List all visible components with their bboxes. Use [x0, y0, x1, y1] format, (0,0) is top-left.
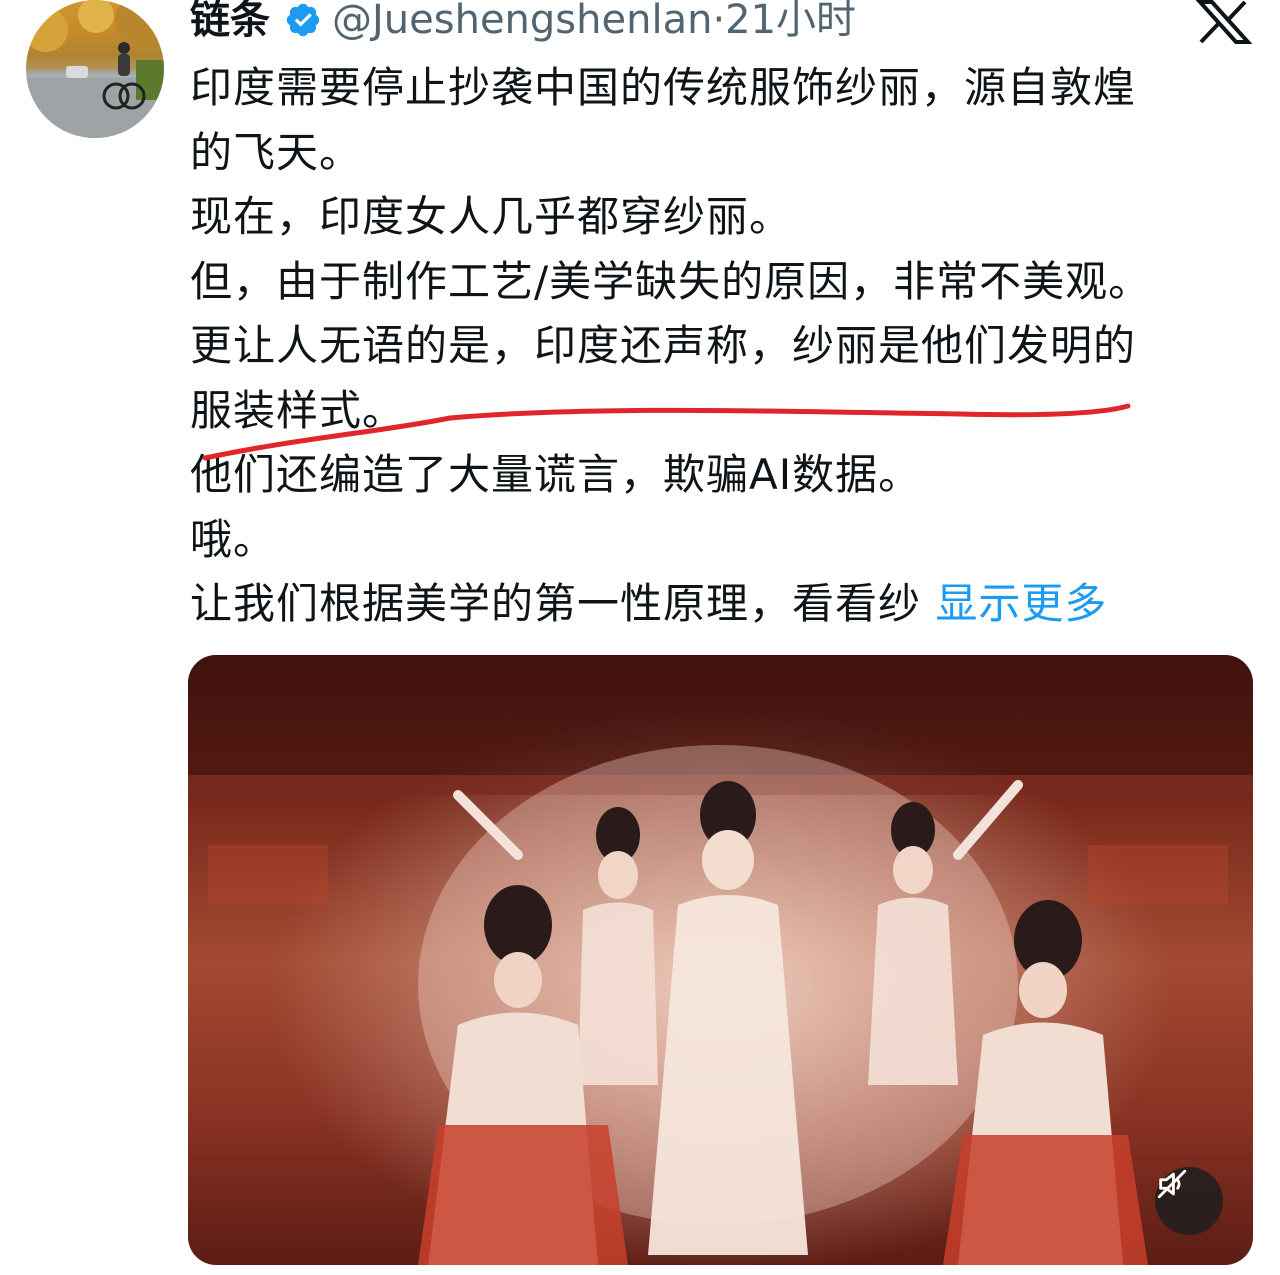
- show-more-link[interactable]: 显示更多: [935, 579, 1107, 628]
- muted-speaker-icon: [1157, 1169, 1187, 1199]
- video-player[interactable]: [188, 655, 1253, 1265]
- mute-toggle-button[interactable]: [1155, 1167, 1223, 1235]
- tweet-line-last: 让我们根据美学的第一性原理，看看纱 显示更多: [190, 572, 1260, 637]
- tweet-line: 哦。: [190, 514, 277, 564]
- video-frame-dancers: [188, 655, 1253, 1265]
- red-annotation-underline: [202, 403, 1131, 461]
- tweet-line-text: 让我们根据美学的第一性原理，看看纱: [190, 579, 922, 628]
